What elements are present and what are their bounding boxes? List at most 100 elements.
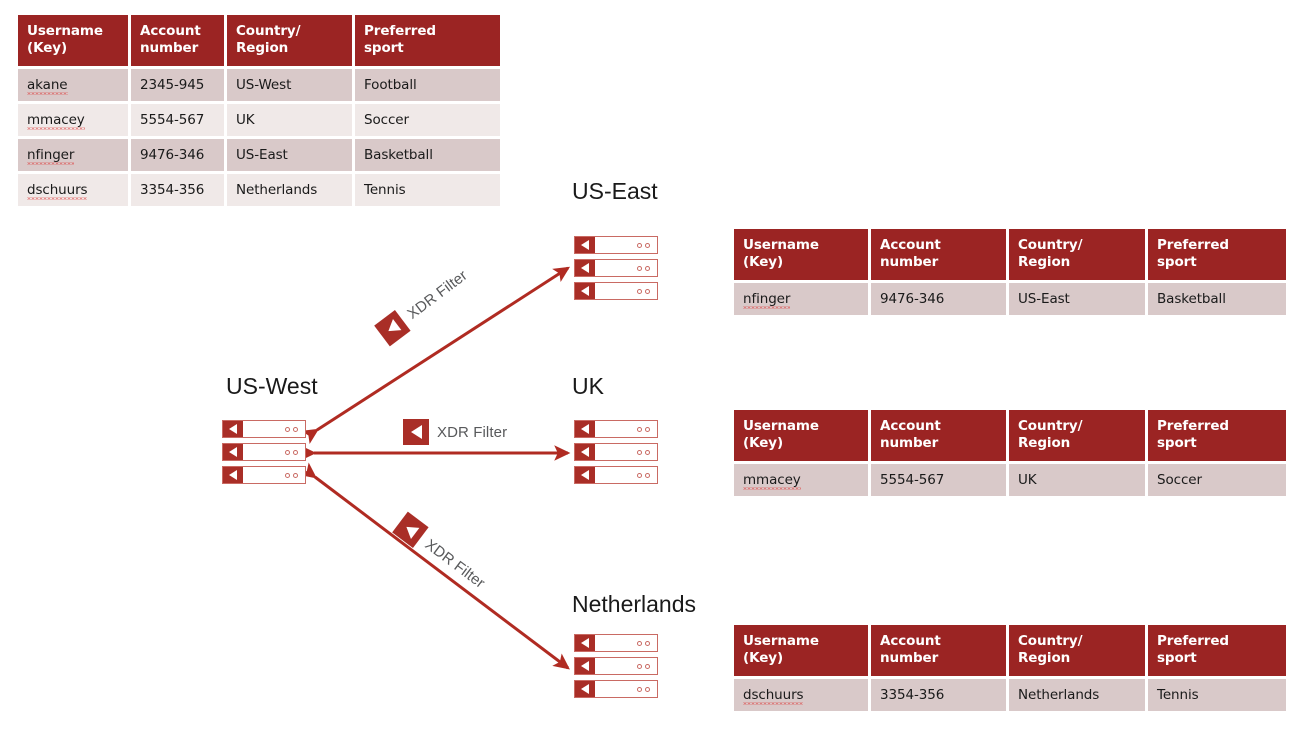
cell-preferred-sport: Football — [355, 68, 500, 101]
header-line-1: Country/ — [1018, 418, 1083, 434]
xdr-filter-uk[interactable]: XDR Filter — [403, 419, 507, 445]
server-node-icon — [575, 421, 595, 437]
server-node-icon — [575, 237, 595, 253]
cell-account-number: 2345-945 — [131, 68, 224, 101]
header-line-1: Username — [743, 633, 819, 649]
column-header-country-region: Country/ Region — [1009, 625, 1145, 676]
column-header-country-region: Country/ Region — [227, 15, 352, 66]
header-line-2: number — [880, 649, 939, 666]
column-header-username: Username (Key) — [734, 410, 868, 461]
header-line-2: Region — [1018, 434, 1071, 451]
header-line-1: Account — [880, 418, 941, 434]
column-header-username: Username (Key) — [18, 15, 128, 66]
cell-preferred-sport: Soccer — [1148, 463, 1286, 496]
cell-username: mmacey — [734, 463, 868, 496]
region-label-us-west: US-West — [226, 373, 318, 399]
xdr-filter-icon — [374, 309, 411, 347]
table-row: mmacey 5554-567 UK Soccer — [734, 463, 1286, 496]
table-row: mmacey 5554-567 UK Soccer — [18, 103, 500, 136]
header-line-2: number — [880, 253, 939, 270]
server-node[interactable] — [222, 420, 306, 438]
node-status-dots — [637, 288, 650, 294]
column-header-preferred-sport: Preferred sport — [1148, 625, 1286, 676]
server-node[interactable] — [574, 420, 658, 438]
cell-username: dschuurs — [734, 678, 868, 711]
server-node-icon — [575, 658, 595, 674]
node-status-dots — [637, 640, 650, 646]
region-label-netherlands: Netherlands — [572, 591, 697, 617]
table-header-row: Username (Key) Account number Country/ R… — [734, 410, 1286, 461]
table-row: akane 2345-945 US-West Football — [18, 68, 500, 101]
netherlands-result-table: Username (Key) Account number Country/ R… — [731, 622, 1289, 714]
table-header-row: Username (Key) Account number Country/ R… — [18, 15, 500, 66]
server-node[interactable] — [574, 657, 658, 675]
column-header-username: Username (Key) — [734, 229, 868, 280]
cell-country-region: US-West — [227, 68, 352, 101]
cell-account-number: 9476-346 — [871, 282, 1006, 315]
server-node[interactable] — [222, 443, 306, 461]
node-status-dots — [637, 426, 650, 432]
cell-country-region: US-East — [1009, 282, 1145, 315]
cell-username: nfinger — [18, 138, 128, 171]
server-node-icon — [575, 283, 595, 299]
table-row: nfinger 9476-346 US-East Basketball — [18, 138, 500, 171]
header-line-2: (Key) — [743, 253, 784, 270]
cell-country-region: Netherlands — [227, 173, 352, 206]
xdr-filter-label: XDR Filter — [437, 423, 508, 441]
node-status-dots — [637, 686, 650, 692]
header-line-1: Country/ — [236, 23, 301, 39]
server-node[interactable] — [574, 466, 658, 484]
header-line-2: sport — [1157, 649, 1197, 666]
column-header-account-number: Account number — [871, 410, 1006, 461]
server-node-icon — [575, 467, 595, 483]
header-line-2: Region — [1018, 253, 1071, 270]
node-group-us-east — [574, 236, 658, 305]
column-header-account-number: Account number — [871, 229, 1006, 280]
server-node[interactable] — [574, 236, 658, 254]
node-group-uk — [574, 420, 658, 489]
cell-country-region: US-East — [227, 138, 352, 171]
column-header-country-region: Country/ Region — [1009, 229, 1145, 280]
header-line-2: (Key) — [27, 39, 68, 56]
arrow-us-west-to-netherlands — [299, 462, 570, 670]
header-line-1: Preferred — [1157, 633, 1229, 649]
column-header-country-region: Country/ Region — [1009, 410, 1145, 461]
header-line-1: Account — [880, 633, 941, 649]
xdr-filter-icon — [403, 419, 429, 445]
xdr-filter-icon — [392, 511, 429, 549]
username-value: mmacey — [27, 111, 85, 128]
table-row: dschuurs 3354-356 Netherlands Tennis — [734, 678, 1286, 711]
cell-preferred-sport: Tennis — [1148, 678, 1286, 711]
server-node[interactable] — [574, 443, 658, 461]
server-node[interactable] — [222, 466, 306, 484]
server-node-icon — [223, 444, 243, 460]
server-node-icon — [575, 260, 595, 276]
uk-result-table: Username (Key) Account number Country/ R… — [731, 407, 1289, 499]
header-line-2: number — [880, 434, 939, 451]
node-group-netherlands — [574, 634, 658, 703]
header-line-2: number — [140, 39, 199, 56]
server-node[interactable] — [574, 282, 658, 300]
server-node[interactable] — [574, 634, 658, 652]
cell-account-number: 9476-346 — [131, 138, 224, 171]
header-line-1: Username — [743, 418, 819, 434]
header-line-2: (Key) — [743, 649, 784, 666]
header-line-1: Preferred — [364, 23, 436, 39]
cell-country-region: Netherlands — [1009, 678, 1145, 711]
column-header-preferred-sport: Preferred sport — [1148, 410, 1286, 461]
server-node[interactable] — [574, 259, 658, 277]
cell-preferred-sport: Basketball — [355, 138, 500, 171]
username-value: nfinger — [743, 290, 791, 307]
header-line-2: sport — [364, 39, 404, 56]
header-line-1: Country/ — [1018, 237, 1083, 253]
xdr-filter-netherlands[interactable]: XDR Filter — [392, 511, 491, 595]
server-node[interactable] — [574, 680, 658, 698]
cell-preferred-sport: Soccer — [355, 103, 500, 136]
cell-country-region: UK — [1009, 463, 1145, 496]
header-line-2: Region — [1018, 649, 1071, 666]
region-label-us-east: US-East — [572, 178, 658, 204]
username-value: dschuurs — [743, 686, 804, 703]
xdr-filter-us-east[interactable]: XDR Filter — [374, 263, 473, 347]
server-node-icon — [575, 444, 595, 460]
node-status-dots — [637, 449, 650, 455]
